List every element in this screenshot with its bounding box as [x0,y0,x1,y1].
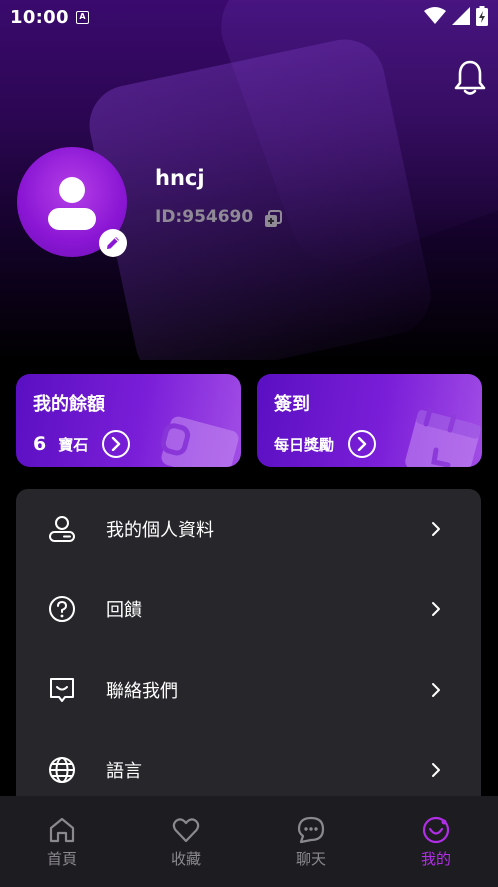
chat-icon [297,816,325,844]
menu-item-label: 聯絡我們 [106,681,178,702]
checkin-title: 簽到 [274,394,310,415]
chevron-right-icon [432,602,440,616]
chevron-right-icon [357,437,367,451]
menu-item-profile[interactable]: 我的個人資料 [16,489,481,569]
home-icon [49,817,75,843]
heart-icon [172,818,200,843]
signal-icon [452,7,470,25]
wallet-icon [160,416,239,467]
status-a-badge: A [76,11,89,24]
pencil-icon [107,237,119,249]
user-id: ID:954690 [155,207,254,227]
wifi-icon [424,7,446,24]
chevron-right-icon [112,437,121,451]
calendar-icon [405,407,481,467]
gem-amount: 6 [33,433,47,455]
status-bar: 10:00 A [0,0,498,34]
balance-card[interactable]: 我的餘額 6 寶石 [16,374,241,467]
tab-label: 收藏 [170,850,201,868]
menu-item-label: 我的個人資料 [106,520,214,541]
menu-item-feedback[interactable]: 回饋 [16,569,481,649]
balance-title: 我的餘額 [33,394,105,415]
chevron-right-icon [432,763,440,777]
tab-label: 聊天 [295,850,326,868]
chevron-right-icon [432,683,440,697]
edit-avatar-button[interactable] [99,229,127,257]
decorative-shape [82,32,438,360]
profile-smile-icon [422,816,450,844]
menu-item-label: 語言 [106,761,142,782]
user-icon [49,516,75,542]
checkin-arrow-button[interactable] [348,430,377,458]
tab-home[interactable]: 首頁 [0,796,124,887]
settings-menu: 我的個人資料 回饋 聯絡我們 語言 [16,489,481,819]
menu-item-label: 回饋 [106,600,142,621]
copy-icon[interactable] [264,210,282,228]
tab-favorites[interactable]: 收藏 [124,796,248,887]
system-icons [424,6,488,26]
tab-label: 首頁 [46,850,77,868]
tab-chat[interactable]: 聊天 [249,796,373,887]
status-time: 10:00 [10,7,69,28]
battery-icon [476,6,488,26]
tab-label: 我的 [420,850,451,868]
question-icon [49,596,75,622]
menu-item-contact[interactable]: 聯絡我們 [16,650,481,730]
chevron-right-icon [432,522,440,536]
globe-icon [49,757,75,783]
bottom-tab-bar: 首頁 收藏 聊天 我的 [0,796,498,887]
username: hncj [155,166,205,190]
person-icon [48,177,96,230]
balance-arrow-button[interactable] [102,430,131,458]
notification-bell-icon[interactable] [452,58,488,98]
tab-mine[interactable]: 我的 [374,796,498,887]
daily-reward-label: 每日獎勵 [274,435,335,454]
checkin-card[interactable]: 簽到 每日獎勵 [257,374,482,467]
message-icon [50,678,74,702]
gem-unit: 寶石 [58,435,89,454]
